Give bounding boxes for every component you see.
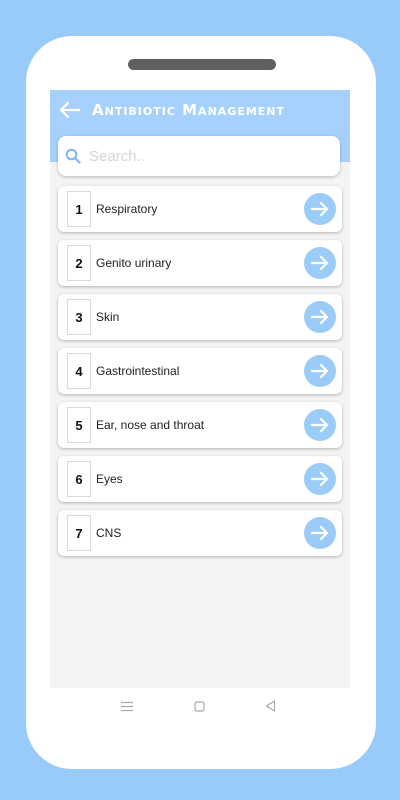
open-item-button[interactable] [304, 517, 336, 549]
square-icon [193, 700, 205, 712]
arrow-right-icon [311, 201, 329, 217]
item-label: CNS [96, 526, 122, 540]
arrow-left-icon [60, 102, 80, 118]
open-item-button[interactable] [304, 301, 336, 333]
home-button[interactable] [191, 698, 207, 714]
item-number: 7 [67, 515, 91, 551]
open-item-button[interactable] [304, 355, 336, 387]
arrow-right-icon [311, 255, 329, 271]
open-item-button[interactable] [304, 463, 336, 495]
item-number: 6 [67, 461, 91, 497]
list-item-respiratory[interactable]: 1 Respiratory [58, 186, 342, 232]
arrow-right-icon [311, 417, 329, 433]
arrow-right-icon [311, 525, 329, 541]
list-item-skin[interactable]: 3 Skin [58, 294, 342, 340]
list-item-ear-nose-throat[interactable]: 5 Ear, nose and throat [58, 402, 342, 448]
arrow-right-icon [311, 363, 329, 379]
item-label: Genito urinary [96, 256, 172, 270]
search-icon [65, 148, 81, 164]
recents-button[interactable] [119, 698, 135, 714]
list-item-cns[interactable]: 7 CNS [58, 510, 342, 556]
item-label: Eyes [96, 472, 123, 486]
app-screen: Antibiotic Management 1 Respiratory 2 Ge… [50, 90, 350, 688]
item-number: 2 [67, 245, 91, 281]
category-list: 1 Respiratory 2 Genito urinary 3 Skin 4 … [58, 186, 342, 564]
system-nav-bar [50, 688, 350, 724]
item-number: 5 [67, 407, 91, 443]
item-number: 4 [67, 353, 91, 389]
list-item-gastrointestinal[interactable]: 4 Gastrointestinal [58, 348, 342, 394]
item-label: Ear, nose and throat [96, 418, 205, 432]
list-item-genito-urinary[interactable]: 2 Genito urinary [58, 240, 342, 286]
item-number: 1 [67, 191, 91, 227]
phone-frame: Antibiotic Management 1 Respiratory 2 Ge… [26, 36, 376, 769]
arrow-right-icon [311, 471, 329, 487]
item-label: Gastrointestinal [96, 364, 180, 378]
arrow-right-icon [311, 309, 329, 325]
system-back-button[interactable] [262, 698, 278, 714]
item-number: 3 [67, 299, 91, 335]
page-title: Antibiotic Management [92, 101, 286, 119]
search-input[interactable] [87, 146, 331, 166]
open-item-button[interactable] [304, 409, 336, 441]
open-item-button[interactable] [304, 193, 336, 225]
open-item-button[interactable] [304, 247, 336, 279]
back-button[interactable] [58, 98, 82, 122]
search-bar[interactable] [58, 136, 340, 176]
phone-speaker [128, 59, 276, 70]
item-label: Respiratory [96, 202, 158, 216]
item-label: Skin [96, 310, 120, 324]
list-item-eyes[interactable]: 6 Eyes [58, 456, 342, 502]
triangle-back-icon [265, 700, 275, 712]
menu-icon [121, 701, 133, 711]
